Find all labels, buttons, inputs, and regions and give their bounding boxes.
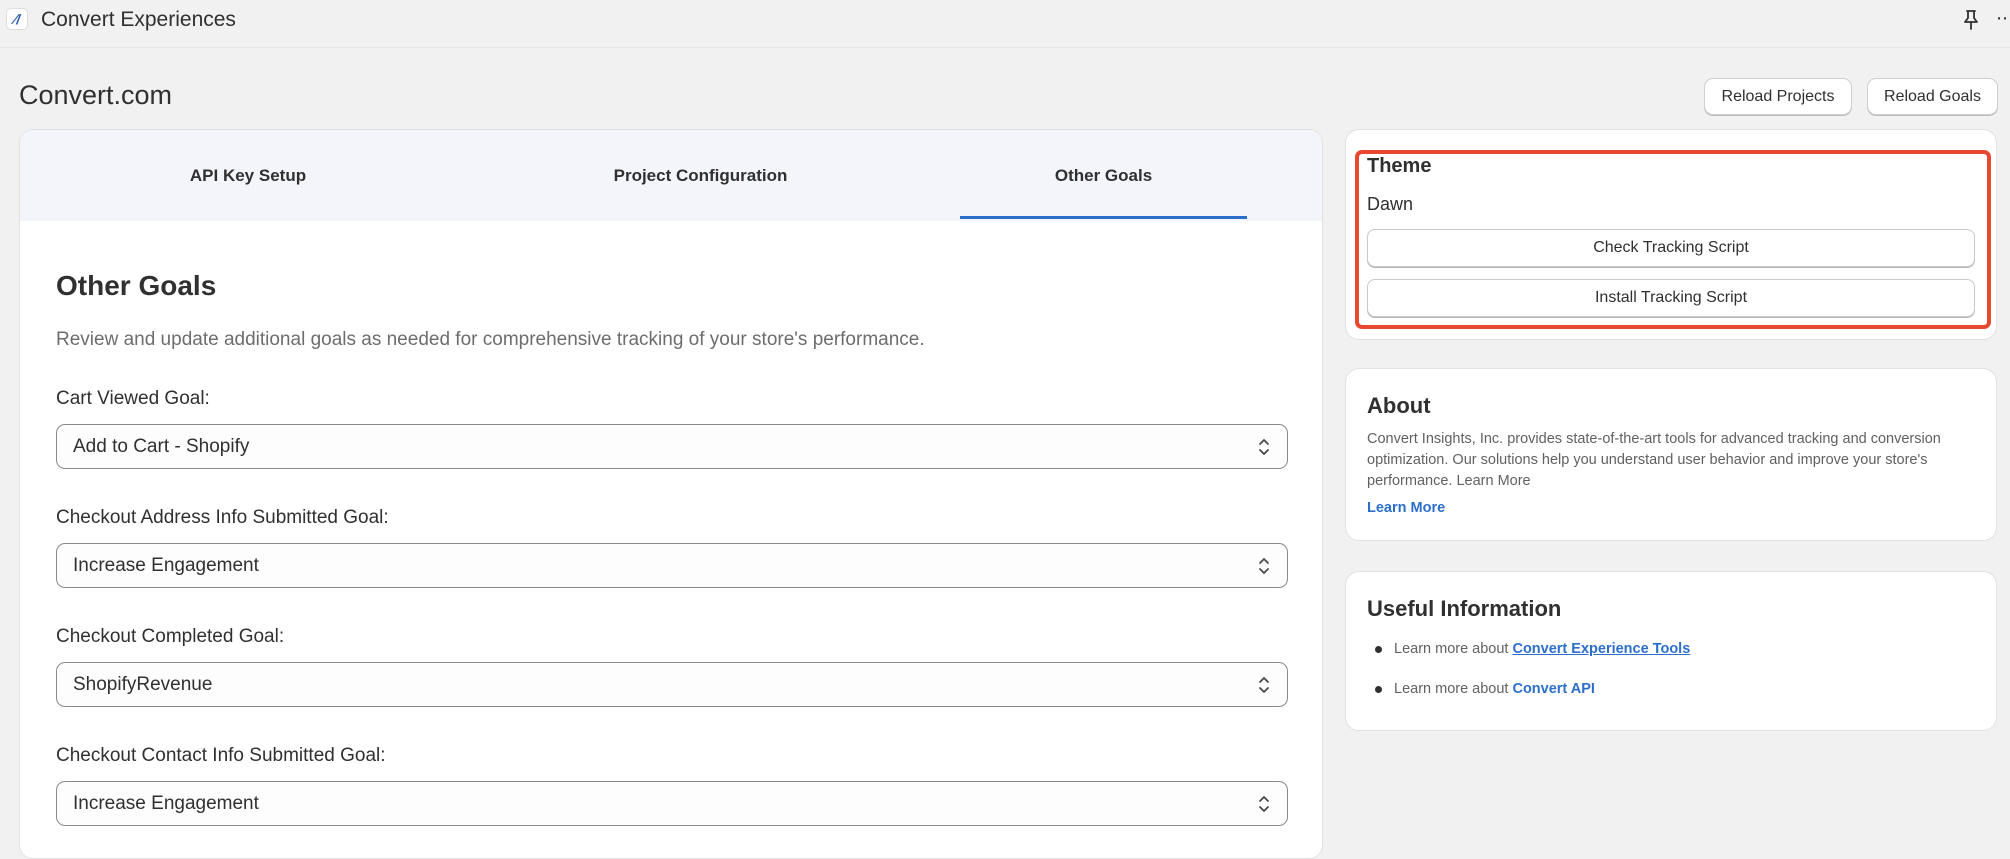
app-bar: ∕/ Convert Experiences ⋯: [0, 0, 2010, 48]
select-value: Increase Engagement: [73, 792, 259, 814]
about-text: Convert Insights, Inc. provides state-of…: [1367, 431, 1941, 489]
checkout-contact-goal-select[interactable]: Increase Engagement: [56, 781, 1288, 826]
active-tab-indicator: [960, 216, 1247, 219]
more-options-icon[interactable]: ⋯: [1996, 8, 2010, 32]
tab-label: API Key Setup: [189, 165, 307, 185]
select-value: Increase Engagement: [73, 554, 259, 576]
install-tracking-script-button[interactable]: Install Tracking Script: [1367, 279, 1975, 317]
cart-viewed-goal-label: Cart Viewed Goal:: [56, 388, 210, 409]
list-item-prefix: Learn more about: [1394, 681, 1509, 697]
theme-title: Theme: [1367, 155, 1432, 177]
list-item-prefix: Learn more about: [1394, 641, 1509, 657]
theme-value: Dawn: [1367, 194, 1414, 214]
main-card: API Key Setup Project Configuration Othe…: [19, 129, 1323, 859]
convert-experience-tools-link[interactable]: Convert Experience Tools: [1512, 641, 1690, 657]
list-item: Learn more about Convert API: [1375, 681, 1595, 697]
tab-other-goals[interactable]: Other Goals: [960, 130, 1247, 221]
about-title: About: [1367, 393, 1431, 418]
tab-bar: API Key Setup Project Configuration Othe…: [20, 130, 1322, 221]
checkout-contact-goal-label: Checkout Contact Info Submitted Goal:: [56, 745, 386, 766]
select-value: ShopifyRevenue: [73, 673, 213, 695]
page-title: Convert.com: [19, 80, 173, 110]
tab-api-key-setup[interactable]: API Key Setup: [20, 130, 476, 221]
convert-api-link[interactable]: Convert API: [1512, 681, 1594, 697]
checkout-address-goal-select[interactable]: Increase Engagement: [56, 543, 1288, 588]
cart-viewed-goal-select[interactable]: Add to Cart - Shopify: [56, 424, 1288, 469]
useful-information-title: Useful Information: [1367, 596, 1562, 621]
learn-more-link[interactable]: Learn More: [1367, 500, 1445, 516]
section-title: Other Goals: [56, 270, 217, 301]
list-item: Learn more about Convert Experience Tool…: [1375, 641, 1690, 657]
bullet-icon: [1375, 685, 1382, 693]
select-chevron-icon: [1259, 796, 1269, 812]
bullet-icon: [1375, 645, 1382, 653]
reload-goals-button[interactable]: Reload Goals: [1867, 78, 1998, 115]
pin-icon[interactable]: [1960, 8, 1982, 32]
reload-projects-button[interactable]: Reload Projects: [1704, 78, 1852, 115]
checkout-address-goal-label: Checkout Address Info Submitted Goal:: [56, 507, 389, 528]
check-tracking-script-button[interactable]: Check Tracking Script: [1367, 229, 1975, 267]
tab-project-configuration[interactable]: Project Configuration: [476, 130, 925, 221]
checkout-completed-goal-label: Checkout Completed Goal:: [56, 626, 285, 647]
tab-label: Other Goals: [1054, 165, 1153, 185]
select-chevron-icon: [1259, 558, 1269, 574]
checkout-completed-goal-select[interactable]: ShopifyRevenue: [56, 662, 1288, 707]
tab-label: Project Configuration: [613, 165, 788, 185]
select-chevron-icon: [1259, 677, 1269, 693]
section-description: Review and update additional goals as ne…: [56, 329, 925, 350]
app-title: Convert Experiences: [41, 8, 236, 31]
app-logo-icon: ∕/: [6, 8, 28, 30]
select-chevron-icon: [1259, 439, 1269, 455]
select-value: Add to Cart - Shopify: [73, 435, 250, 457]
